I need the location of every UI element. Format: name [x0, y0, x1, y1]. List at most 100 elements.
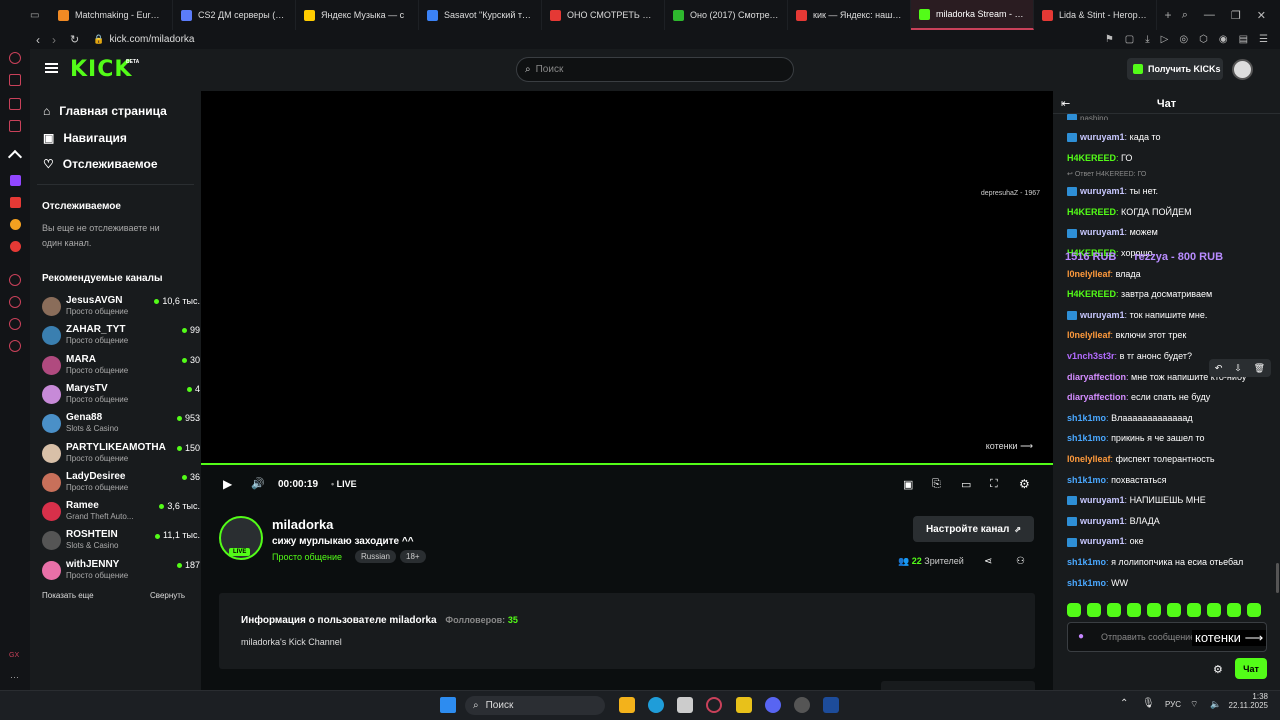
- chat-username[interactable]: l0nelylleaf: [1067, 330, 1111, 340]
- emote-icon[interactable]: [1167, 603, 1181, 617]
- chat-username[interactable]: l0nelylleaf: [1067, 454, 1111, 464]
- chat-message[interactable]: H4KEREED: завтра досматриваем: [1067, 289, 1212, 299]
- sidebar-channel[interactable]: Ramee Grand Theft Auto... 3,6 тыс.: [42, 499, 200, 525]
- aria-icon[interactable]: [9, 52, 21, 64]
- extensions-icon[interactable]: [9, 318, 21, 330]
- fullscreen-icon[interactable]: ⛶: [990, 478, 998, 491]
- tab-1[interactable]: CS2 ДМ серверы (CS2): [173, 0, 296, 30]
- chat-username[interactable]: wuruyam1: [1080, 310, 1125, 320]
- emote-icon[interactable]: [1247, 603, 1261, 617]
- reply-icon[interactable]: ↶: [1215, 363, 1223, 374]
- sidebar-channel[interactable]: LadyDesiree Просто общение 36: [42, 470, 200, 496]
- chat-username[interactable]: sh1k1mo: [1067, 557, 1106, 567]
- tab-0[interactable]: Matchmaking - Europe: [50, 0, 173, 30]
- chat-message[interactable]: sh1k1mo: WW: [1067, 578, 1128, 588]
- maximize-icon[interactable]: ❐: [1231, 9, 1241, 22]
- mic-tray-icon[interactable]: 🎙: [1142, 698, 1155, 709]
- chat-settings-icon[interactable]: ⚙: [1213, 663, 1223, 676]
- chat-message[interactable]: H4KEREED: ГО: [1067, 153, 1132, 163]
- search-tabs-icon[interactable]: ⌕: [1182, 9, 1188, 22]
- tray-chevron-icon[interactable]: ⌃: [1120, 698, 1128, 709]
- app-icon[interactable]: [10, 219, 21, 230]
- forward-icon[interactable]: ›: [52, 33, 56, 47]
- chat-message[interactable]: l0nelylleaf: влада: [1067, 269, 1141, 279]
- chat-message[interactable]: wuruyam1: НАПИШЕШЬ МНЕ: [1067, 495, 1206, 506]
- search-input[interactable]: ⌕ Поиск: [516, 57, 794, 82]
- player-icon[interactable]: [9, 274, 21, 286]
- minimize-icon[interactable]: —: [1204, 9, 1215, 22]
- chat-message[interactable]: wuruyam1: оке: [1067, 536, 1144, 547]
- twitch-icon[interactable]: [10, 175, 21, 186]
- volume-icon[interactable]: 🔊: [251, 477, 265, 490]
- screenshot-icon[interactable]: ▢: [1125, 34, 1134, 45]
- chat-message[interactable]: v1nch3st3r: в тг анонс будет?: [1067, 351, 1192, 361]
- language-indicator[interactable]: РУС: [1165, 700, 1181, 709]
- tab-6[interactable]: кик — Яндекс: нашлось: [788, 0, 911, 30]
- tab-3[interactable]: Sasavot "Курский танец: [419, 0, 542, 30]
- chat-username[interactable]: H4KEREED: [1067, 207, 1116, 217]
- chat-message[interactable]: wuruyam1: када то: [1067, 132, 1161, 143]
- nav-following[interactable]: ♡ Отслеживаемое: [43, 157, 158, 171]
- tab-2[interactable]: Яндекс Музыка — с: [296, 0, 419, 30]
- report-icon[interactable]: ⚇: [1016, 556, 1025, 567]
- emote-icon[interactable]: [1107, 603, 1121, 617]
- sidebar-channel[interactable]: JesusAVGN Просто общение 10,6 тыс.: [42, 294, 200, 320]
- share-icon[interactable]: ⋖: [984, 556, 992, 567]
- url-field[interactable]: kick.com/miladorka: [109, 34, 194, 45]
- clock[interactable]: 1:38 22.11.2025: [1228, 692, 1268, 710]
- wallet-icon[interactable]: ▤: [1239, 34, 1248, 45]
- chat-message[interactable]: sh1k1mo: похвастаться: [1067, 475, 1167, 485]
- tab-5[interactable]: Оно (2017) Смотреть С: [665, 0, 788, 30]
- emote-icon[interactable]: [1087, 603, 1101, 617]
- wifi-icon[interactable]: ⌔: [1190, 699, 1198, 710]
- sidebar-channel[interactable]: MarysTV Просто общение 4: [42, 382, 200, 408]
- sidebar-channel[interactable]: PARTYLIKEAMOTHA Просто общение 150: [42, 441, 200, 467]
- emote-icon[interactable]: [1227, 603, 1241, 617]
- chat-message[interactable]: wuruyam1: ВЛАДА: [1067, 516, 1160, 526]
- file-explorer-icon[interactable]: [619, 697, 635, 713]
- channel-setup-button[interactable]: Настройте канал ⇗: [913, 516, 1034, 542]
- show-more-button[interactable]: Показать еще: [42, 591, 94, 600]
- delete-icon[interactable]: 🗑: [1254, 363, 1265, 374]
- settings-icon[interactable]: [9, 340, 21, 352]
- tab-8[interactable]: Lida & Stint - Негорка -: [1034, 0, 1157, 30]
- tab-7[interactable]: miladorka Stream - Watc: [911, 0, 1034, 30]
- tag-age[interactable]: 18+: [400, 550, 426, 563]
- emote-icon[interactable]: [1067, 603, 1081, 617]
- chat-username[interactable]: wuruyam1: [1080, 536, 1125, 546]
- collapse-button[interactable]: Свернуть: [150, 591, 185, 600]
- menu-icon[interactable]: [45, 63, 58, 65]
- gx-icon[interactable]: GX: [9, 652, 19, 659]
- chat-message[interactable]: sh1k1mo: я лолипопчика на есиа отьебал: [1067, 557, 1243, 567]
- close-icon[interactable]: ✕: [1257, 9, 1266, 22]
- more-icon[interactable]: ···: [10, 672, 19, 682]
- chat-message[interactable]: H4KEREED: КОГДА ПОЙДЕМ: [1067, 207, 1192, 217]
- play-icon[interactable]: ▷: [1161, 34, 1169, 45]
- volume-tray-icon[interactable]: 🔈: [1210, 699, 1221, 710]
- chat-username[interactable]: l0nelylleaf: [1067, 269, 1111, 279]
- start-icon[interactable]: [440, 697, 456, 713]
- stream-category[interactable]: Просто общение: [272, 552, 342, 562]
- chat-username[interactable]: sh1k1mo: [1067, 433, 1106, 443]
- play-button[interactable]: ▶: [223, 477, 232, 491]
- emote-icon[interactable]: [1207, 603, 1221, 617]
- chat-message[interactable]: l0nelylleaf: фиспект толерантность: [1067, 454, 1215, 464]
- chat-message[interactable]: sh1k1mo: прикинь я че зашел то: [1067, 433, 1205, 443]
- extensions-icon[interactable]: ⬡: [1199, 34, 1208, 45]
- app-icon-3[interactable]: [736, 697, 752, 713]
- sidebar-channel[interactable]: Gena88 Slots & Casino 953: [42, 411, 200, 437]
- chat-username[interactable]: sh1k1mo: [1067, 578, 1106, 588]
- tab-overview-icon[interactable]: ▭: [30, 10, 50, 21]
- chat-username[interactable]: wuruyam1: [1080, 495, 1125, 505]
- download-icon[interactable]: ⤓: [1145, 34, 1149, 45]
- video-player[interactable]: depresuhaZ - 1967 котенки ⟶: [201, 91, 1053, 465]
- cube-icon[interactable]: [9, 74, 21, 86]
- app-icon-2[interactable]: [10, 241, 21, 252]
- chat-username[interactable]: wuruyam1: [1080, 132, 1125, 142]
- get-kicks-button[interactable]: Получить KICKs: [1127, 58, 1223, 80]
- avatar[interactable]: [1232, 59, 1253, 80]
- chat-username[interactable]: wuruyam1: [1080, 227, 1125, 237]
- clip-icon[interactable]: ⎘: [932, 478, 941, 491]
- chat-username[interactable]: wuruyam1: [1080, 516, 1125, 526]
- sidebar-channel[interactable]: ROSHTEIN Slots & Casino 11,1 тыс.: [42, 528, 200, 554]
